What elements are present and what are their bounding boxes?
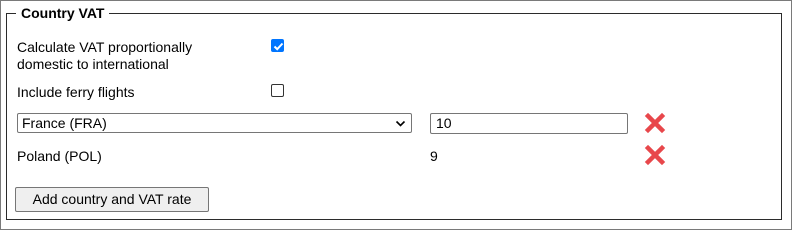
proportional-vat-checkbox[interactable]: [271, 39, 284, 52]
delete-x-icon: [644, 144, 666, 166]
ferry-flights-label: Include ferry flights: [17, 84, 135, 100]
chevron-down-icon: [395, 120, 406, 127]
vat-rate-value: 9: [430, 148, 438, 164]
proportional-vat-label-line1: Calculate VAT proportionally: [17, 39, 193, 55]
vat-rate-input[interactable]: 10: [430, 113, 628, 134]
fieldset-legend: Country VAT: [16, 5, 110, 21]
country-select[interactable]: France (FRA): [17, 113, 412, 133]
checkmark-icon: [273, 42, 284, 51]
delete-row-button[interactable]: [644, 144, 666, 166]
delete-row-button[interactable]: [644, 112, 666, 134]
delete-x-icon: [644, 112, 666, 134]
country-select-value: France (FRA): [22, 115, 107, 131]
ferry-flights-checkbox[interactable]: [271, 84, 284, 97]
country-name: Poland (POL): [17, 148, 102, 164]
proportional-vat-label: Calculate VAT proportionally domestic to…: [17, 39, 192, 73]
proportional-vat-label-line2: domestic to international: [17, 56, 169, 72]
add-country-vat-button[interactable]: Add country and VAT rate: [15, 187, 209, 212]
